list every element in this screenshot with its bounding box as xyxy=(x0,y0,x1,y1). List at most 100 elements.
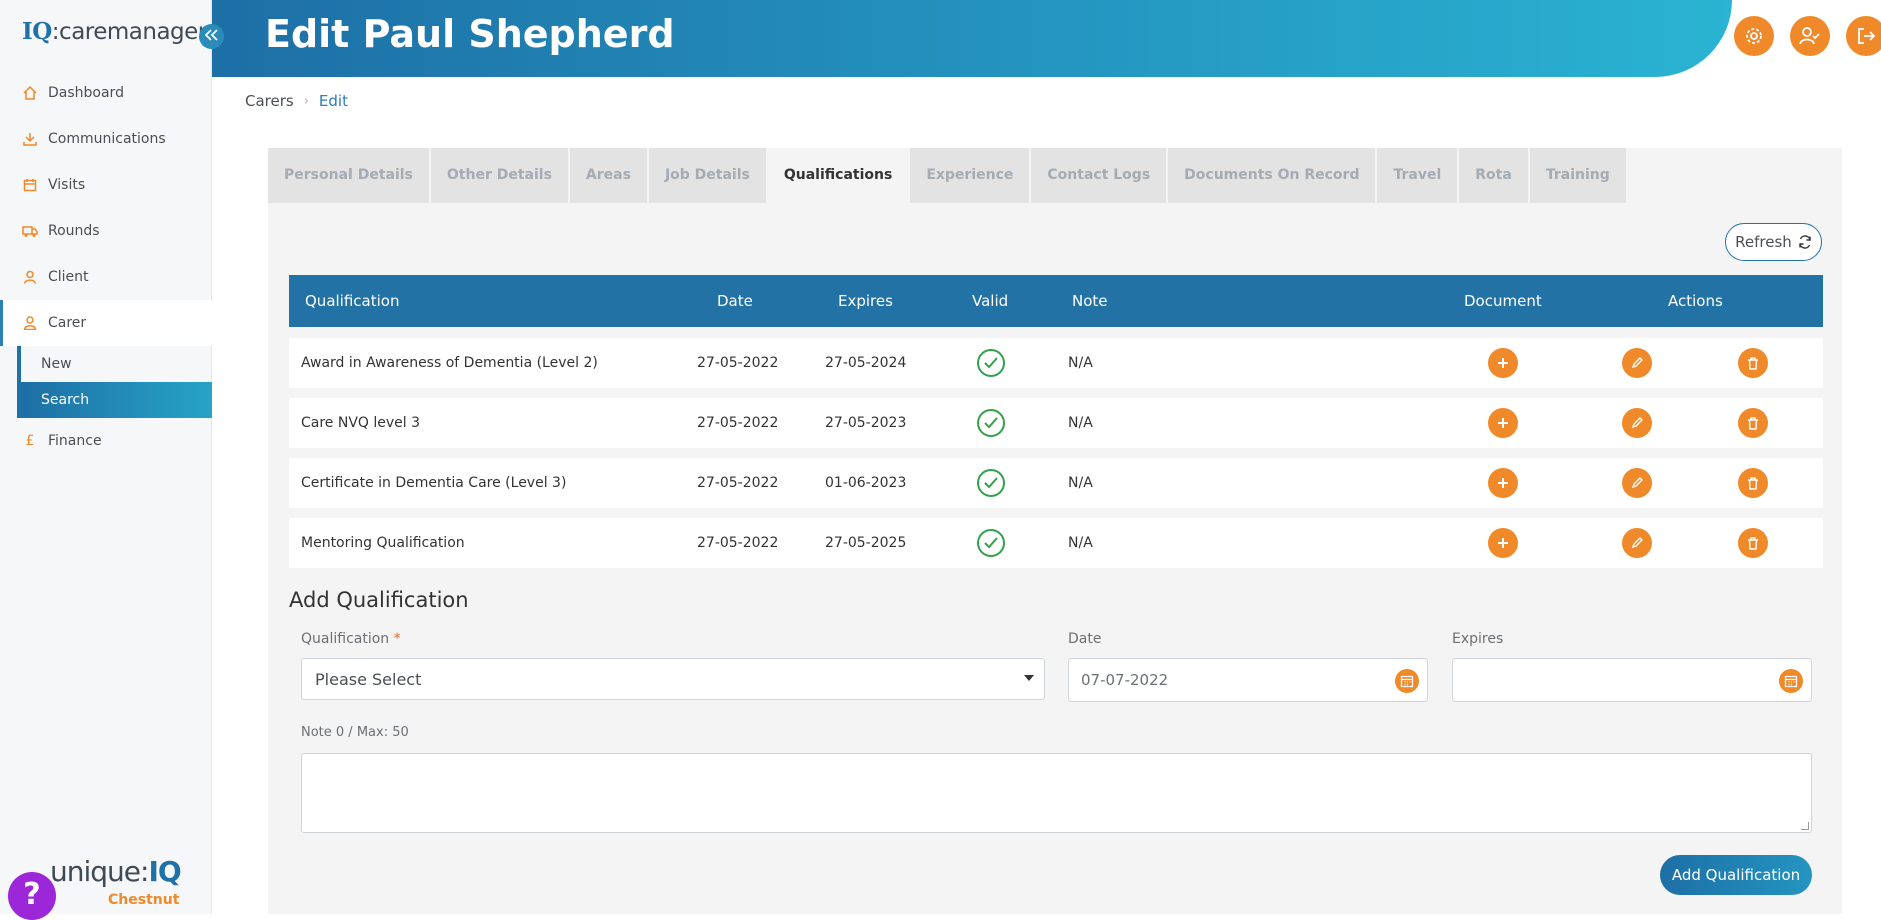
carer-subnav: New Search xyxy=(17,346,212,418)
table-row: Certificate in Dementia Care (Level 3) 2… xyxy=(289,458,1823,508)
add-document-button[interactable] xyxy=(1488,338,1518,388)
sidebar-item-visits[interactable]: Visits xyxy=(0,162,212,208)
trash-icon xyxy=(1738,408,1768,438)
settings-button[interactable] xyxy=(1734,16,1774,56)
calendar-icon[interactable] xyxy=(1779,669,1803,693)
add-qualification-button[interactable]: Add Qualification xyxy=(1660,855,1812,895)
tab-qualifications[interactable]: Qualifications xyxy=(767,148,909,203)
tab-rota[interactable]: Rota xyxy=(1459,148,1528,203)
cell-date: 27-05-2022 xyxy=(697,475,779,491)
sidebar-item-communications[interactable]: Communications xyxy=(0,116,212,162)
page-header: Edit Paul Shepherd xyxy=(212,0,1732,77)
refresh-button[interactable]: Refresh xyxy=(1725,223,1822,261)
tab-contact-logs[interactable]: Contact Logs xyxy=(1031,148,1167,203)
sidebar-item-carer[interactable]: Carer xyxy=(0,300,212,346)
tab-job-details[interactable]: Job Details xyxy=(648,148,766,203)
qualification-select[interactable]: Please Select xyxy=(301,658,1045,700)
sidebar-item-dashboard[interactable]: Dashboard xyxy=(0,70,212,116)
cell-expires: 01-06-2023 xyxy=(825,475,907,491)
delete-button[interactable] xyxy=(1738,338,1768,388)
tab-training[interactable]: Training xyxy=(1529,148,1626,203)
col-valid[interactable]: Valid xyxy=(972,275,1008,327)
app-logo[interactable]: IQ:caremanager xyxy=(22,18,207,45)
date-field-value: 07-07-2022 xyxy=(1081,671,1169,689)
logout-button[interactable] xyxy=(1846,16,1881,56)
col-date[interactable]: Date xyxy=(717,275,753,327)
calendar-icon[interactable] xyxy=(1395,669,1419,693)
tab-other-details[interactable]: Other Details xyxy=(430,148,568,203)
carer-icon xyxy=(22,315,38,331)
expires-label: Expires xyxy=(1452,631,1504,647)
delete-button[interactable] xyxy=(1738,458,1768,508)
table-row: Award in Awareness of Dementia (Level 2)… xyxy=(289,338,1823,388)
sidebar-subitem-new[interactable]: New xyxy=(21,346,212,382)
note-label: Note 0 / Max: 50 xyxy=(301,725,409,740)
cell-date: 27-05-2022 xyxy=(697,415,779,431)
caret-down-icon xyxy=(1024,675,1034,681)
plus-icon xyxy=(1488,468,1518,498)
qualifications-card: Personal Details Other Details Areas Job… xyxy=(268,148,1842,914)
date-field[interactable]: 07-07-2022 xyxy=(1068,658,1428,702)
expires-field[interactable] xyxy=(1452,658,1812,702)
col-actions: Actions xyxy=(1668,292,1723,310)
sidebar-item-finance[interactable]: £ Finance xyxy=(0,418,212,464)
col-expires[interactable]: Expires xyxy=(838,275,893,327)
add-document-button[interactable] xyxy=(1488,398,1518,448)
edit-button[interactable] xyxy=(1622,398,1652,448)
col-note[interactable]: Note xyxy=(1072,275,1108,327)
pencil-icon xyxy=(1622,528,1652,558)
cell-date: 27-05-2022 xyxy=(697,355,779,371)
sidebar-item-rounds[interactable]: Rounds xyxy=(0,208,212,254)
help-button[interactable]: ? xyxy=(8,872,56,920)
company-logo-iq: IQ xyxy=(148,855,181,888)
cell-valid xyxy=(977,458,1005,508)
delete-button[interactable] xyxy=(1738,398,1768,448)
breadcrumb-carers[interactable]: Carers xyxy=(245,92,294,110)
tab-documents-on-record[interactable]: Documents On Record xyxy=(1168,148,1376,203)
sidebar-item-label: Visits xyxy=(48,177,86,193)
sidebar-item-client[interactable]: Client xyxy=(0,254,212,300)
tab-bar: Personal Details Other Details Areas Job… xyxy=(268,148,1628,203)
collapse-sidebar-button[interactable] xyxy=(199,24,224,49)
sidebar-subitem-search[interactable]: Search xyxy=(21,382,212,418)
delete-button[interactable] xyxy=(1738,518,1768,568)
sidebar-item-label: Communications xyxy=(48,131,166,147)
cell-date: 27-05-2022 xyxy=(697,535,779,551)
cell-valid xyxy=(977,338,1005,388)
trash-icon xyxy=(1738,468,1768,498)
calendar-icon xyxy=(22,177,38,193)
sidebar-item-label: Client xyxy=(48,269,89,285)
cell-note: N/A xyxy=(1068,355,1093,371)
company-name: Chestnut xyxy=(108,892,180,908)
table-row: Care NVQ level 3 27-05-2022 27-05-2023 N… xyxy=(289,398,1823,448)
logout-icon xyxy=(1858,28,1876,44)
col-qualification[interactable]: Qualification xyxy=(305,275,399,327)
logo-suffix: :caremanager xyxy=(51,19,207,45)
tab-experience[interactable]: Experience xyxy=(910,148,1030,203)
note-textarea[interactable] xyxy=(301,753,1812,833)
gear-icon xyxy=(1746,28,1762,44)
cell-valid xyxy=(977,398,1005,448)
cell-qualification: Award in Awareness of Dementia (Level 2) xyxy=(301,355,598,371)
resize-handle[interactable] xyxy=(1801,822,1809,830)
plus-icon xyxy=(1488,348,1518,378)
edit-button[interactable] xyxy=(1622,458,1652,508)
date-label: Date xyxy=(1068,631,1102,647)
add-document-button[interactable] xyxy=(1488,518,1518,568)
breadcrumb-edit: Edit xyxy=(318,92,348,110)
qualification-label-text: Qualification xyxy=(301,631,390,647)
add-document-button[interactable] xyxy=(1488,458,1518,508)
sidebar-item-label: Carer xyxy=(48,315,87,331)
check-circle-icon xyxy=(977,409,1005,437)
edit-button[interactable] xyxy=(1622,338,1652,388)
pencil-icon xyxy=(1622,408,1652,438)
cell-expires: 27-05-2023 xyxy=(825,415,907,431)
cell-qualification: Care NVQ level 3 xyxy=(301,415,421,431)
cell-qualification: Mentoring Qualification xyxy=(301,535,465,551)
profile-button[interactable] xyxy=(1790,16,1830,56)
tab-travel[interactable]: Travel xyxy=(1377,148,1458,203)
tab-personal-details[interactable]: Personal Details xyxy=(268,148,429,203)
tab-areas[interactable]: Areas xyxy=(569,148,647,203)
edit-button[interactable] xyxy=(1622,518,1652,568)
cell-note: N/A xyxy=(1068,475,1093,491)
